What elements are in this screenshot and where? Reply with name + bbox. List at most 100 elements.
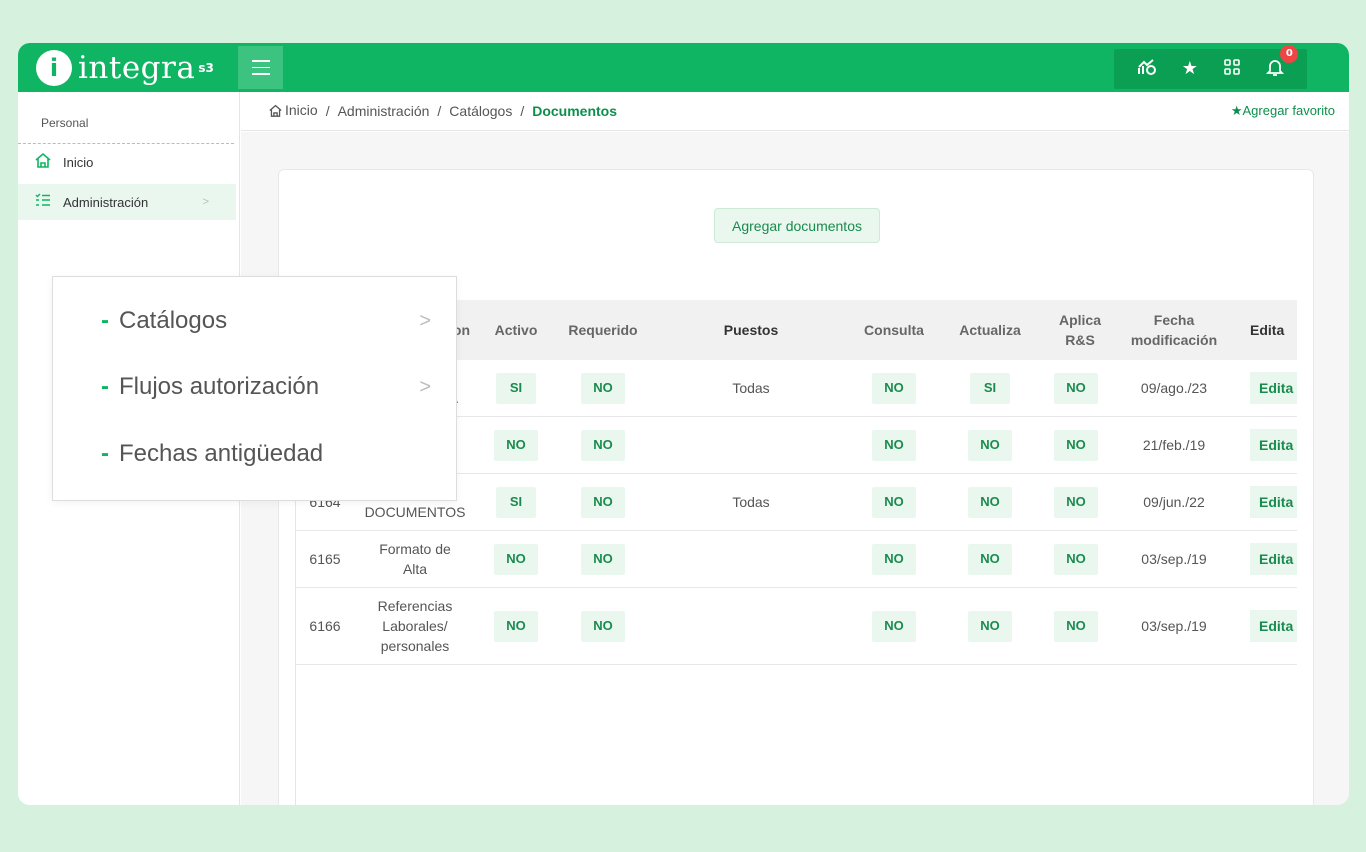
status-toggle-activo[interactable]: NO bbox=[494, 543, 538, 575]
cell-aplica: NO bbox=[1036, 360, 1116, 416]
logo-mark: i bbox=[36, 49, 72, 86]
status-toggle-aplica[interactable]: NO bbox=[1054, 372, 1098, 404]
cell-actualiza: NO bbox=[948, 474, 1032, 530]
status-toggle-requerido[interactable]: NO bbox=[581, 486, 625, 518]
grid-icon[interactable] bbox=[1223, 58, 1241, 80]
breadcrumb-separator: / bbox=[325, 103, 330, 119]
status-toggle-activo[interactable]: SI bbox=[496, 372, 536, 404]
edit-button[interactable]: Edita bbox=[1250, 372, 1297, 404]
hamburger-menu-button[interactable] bbox=[238, 46, 283, 89]
menu-line bbox=[251, 60, 270, 62]
cell-consulta: NO bbox=[852, 417, 936, 473]
checklist-icon bbox=[33, 193, 53, 211]
sidebar-item-administracion[interactable]: Administración > bbox=[18, 184, 236, 220]
cell-puestos bbox=[696, 531, 806, 587]
sidebar-item-inicio[interactable]: Inicio bbox=[18, 144, 239, 180]
edit-button[interactable]: Edita bbox=[1250, 610, 1297, 642]
dash-marker: - bbox=[101, 373, 109, 400]
cell-requerido: NO bbox=[558, 360, 648, 416]
status-toggle-actualiza[interactable]: NO bbox=[968, 610, 1012, 642]
cell-text: 09/jun./22 bbox=[1143, 494, 1205, 510]
cell-aplica: NO bbox=[1036, 588, 1116, 664]
status-toggle-actualiza[interactable]: NO bbox=[968, 486, 1012, 518]
cell-consulta: NO bbox=[852, 474, 936, 530]
logo[interactable]: i integra s3 bbox=[18, 43, 240, 92]
cell-consulta: NO bbox=[852, 588, 936, 664]
cell-activo: NO bbox=[484, 531, 548, 587]
cell-puestos bbox=[696, 417, 806, 473]
cell-puestos: Todas bbox=[696, 360, 806, 416]
status-toggle-aplica[interactable]: NO bbox=[1054, 486, 1098, 518]
chevron-right-icon: > bbox=[419, 309, 431, 332]
submenu-label: Fechas antigüedad bbox=[119, 440, 324, 467]
column-header-editar: Edita bbox=[1250, 322, 1285, 338]
status-toggle-requerido[interactable]: NO bbox=[581, 543, 625, 575]
status-toggle-consulta[interactable]: NO bbox=[872, 429, 916, 461]
home-icon bbox=[268, 104, 283, 120]
notification-badge: 0 bbox=[1280, 45, 1299, 63]
submenu-item-fechas[interactable]: - Fechas antigüedad bbox=[101, 440, 431, 468]
menu-line bbox=[251, 66, 270, 69]
cell-aplica: NO bbox=[1036, 417, 1116, 473]
cell-text: Referencias Laborales/ personales bbox=[377, 598, 453, 654]
column-header-requerido: Requerido bbox=[568, 322, 638, 338]
logo-text: integra bbox=[78, 49, 196, 86]
home-icon bbox=[33, 152, 53, 172]
add-favorite-link[interactable]: ★Agregar favorito bbox=[1231, 103, 1335, 119]
breadcrumb-label: Inicio bbox=[285, 102, 318, 118]
cell-consulta: NO bbox=[852, 360, 936, 416]
cell-text: Formato de Alta bbox=[379, 541, 451, 577]
cell-activo: SI bbox=[484, 360, 548, 416]
cell-activo: NO bbox=[484, 588, 548, 664]
status-toggle-requerido[interactable]: NO bbox=[581, 429, 625, 461]
status-toggle-activo[interactable]: NO bbox=[494, 429, 538, 461]
sidebar-item-label: Inicio bbox=[63, 154, 94, 170]
cell-actualiza: NO bbox=[948, 417, 1032, 473]
edit-button[interactable]: Edita bbox=[1250, 543, 1297, 575]
top-bar: i integra s3 ★ 0 bbox=[18, 43, 1349, 92]
status-toggle-requerido[interactable]: NO bbox=[581, 610, 625, 642]
edit-button[interactable]: Edita bbox=[1250, 486, 1297, 518]
cell-desc: Formato de Alta bbox=[358, 531, 472, 587]
column-header-aplica: Aplica R&S bbox=[1058, 312, 1101, 348]
status-toggle-aplica[interactable]: NO bbox=[1054, 429, 1098, 461]
cell-desc: Referencias Laborales/ personales bbox=[358, 588, 472, 664]
dash-marker: - bbox=[101, 307, 109, 334]
status-toggle-consulta[interactable]: NO bbox=[872, 372, 916, 404]
cell-activo: SI bbox=[484, 474, 548, 530]
chart-growth-icon[interactable] bbox=[1137, 58, 1157, 80]
top-icons-group: ★ 0 bbox=[1114, 45, 1307, 89]
cell-fecha: 21/feb./19 bbox=[1120, 417, 1228, 473]
status-toggle-aplica[interactable]: NO bbox=[1054, 543, 1098, 575]
table-row: 6165 Formato de Alta NO NO NO NO NO 03/sep./19 E… bbox=[296, 531, 1297, 588]
edit-button[interactable]: Edita bbox=[1250, 429, 1297, 461]
status-toggle-actualiza[interactable]: SI bbox=[970, 372, 1010, 404]
status-toggle-consulta[interactable]: NO bbox=[872, 610, 916, 642]
status-toggle-actualiza[interactable]: NO bbox=[968, 429, 1012, 461]
bell-icon[interactable]: 0 bbox=[1266, 45, 1299, 81]
cell-fecha: 03/sep./19 bbox=[1120, 588, 1228, 664]
submenu-item-catalogos[interactable]: - Catálogos > bbox=[101, 307, 431, 335]
cell-editar: Edita bbox=[1250, 474, 1297, 530]
column-header-activo: Activo bbox=[494, 322, 538, 338]
status-toggle-requerido[interactable]: NO bbox=[581, 372, 625, 404]
status-toggle-aplica[interactable]: NO bbox=[1054, 610, 1098, 642]
add-documents-button[interactable]: Agregar documentos bbox=[714, 208, 880, 243]
status-toggle-consulta[interactable]: NO bbox=[872, 543, 916, 575]
star-icon[interactable]: ★ bbox=[1182, 60, 1198, 78]
status-toggle-consulta[interactable]: NO bbox=[872, 486, 916, 518]
breadcrumb-administracion[interactable]: Administración bbox=[338, 103, 430, 119]
submenu-item-flujos[interactable]: - Flujos autorización > bbox=[101, 373, 431, 401]
cell-editar: Edita bbox=[1250, 588, 1297, 664]
cell-fecha: 03/sep./19 bbox=[1120, 531, 1228, 587]
cell-requerido: NO bbox=[558, 588, 648, 664]
breadcrumb-home[interactable]: Inicio bbox=[268, 102, 318, 120]
status-toggle-actualiza[interactable]: NO bbox=[968, 543, 1012, 575]
cell-aplica: NO bbox=[1036, 531, 1116, 587]
breadcrumb-catalogos[interactable]: Catálogos bbox=[449, 103, 512, 119]
status-toggle-activo[interactable]: SI bbox=[496, 486, 536, 518]
dash-marker: - bbox=[101, 440, 109, 467]
column-header-fecha: Fecha modificación bbox=[1130, 312, 1218, 348]
column-header-consulta: Consulta bbox=[864, 322, 924, 338]
status-toggle-activo[interactable]: NO bbox=[494, 610, 538, 642]
